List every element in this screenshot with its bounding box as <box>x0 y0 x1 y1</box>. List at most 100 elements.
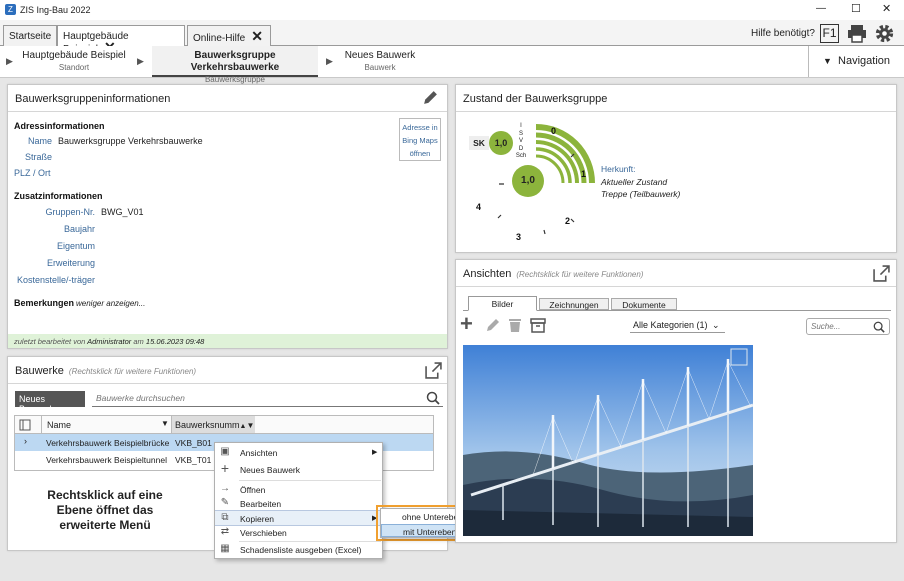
arrow-right-icon: → <box>220 483 230 494</box>
table-header: Name ▼ Bauwerksnumm▲▼ <box>15 416 433 434</box>
extra-header: Zusatzinformationen <box>14 191 103 201</box>
external-link-icon[interactable] <box>873 265 890 282</box>
panel-title: Zustand der Bauwerksgruppe <box>463 93 608 105</box>
navigation-button[interactable]: ▼ Navigation <box>808 46 904 77</box>
panel-header: Zustand der Bauwerksgruppe <box>456 85 896 112</box>
search-icon[interactable] <box>873 321 885 333</box>
group-nr-label: Gruppen-Nr. <box>45 207 95 217</box>
tab-startseite[interactable]: Startseite <box>3 25 57 46</box>
chevron-down-icon: ⌄ <box>712 320 720 330</box>
menu-item-schadensliste[interactable]: ▦ Schadensliste ausgeben (Excel) <box>215 542 382 558</box>
column-settings-icon[interactable] <box>19 419 31 431</box>
menu-item-kopieren[interactable]: ⧉ Kopieren ▶ <box>215 510 382 526</box>
menu-separator <box>239 480 381 481</box>
search-input[interactable] <box>807 319 869 334</box>
external-link-icon[interactable] <box>425 362 442 379</box>
plus-icon: + <box>220 460 230 476</box>
row-name: Verkehrsbauwerk Beispieltunnel <box>46 455 167 465</box>
breadcrumb-arrow-icon: ▶ <box>6 56 13 66</box>
minimize-button[interactable]: — <box>816 3 826 14</box>
axis-labels: I S V D Sch <box>515 123 527 160</box>
menu-item-ansichten[interactable]: ▣ Ansichten ▶ <box>215 445 382 461</box>
center-value-badge: 1,0 <box>512 165 544 197</box>
submenu-arrow-icon: ▶ <box>372 449 378 456</box>
f1-help-button[interactable]: F1 <box>820 24 839 43</box>
scale-1: 1 <box>581 169 587 179</box>
annotation-text: Rechtsklick auf eine Ebene öffnet das erwe… <box>47 488 163 532</box>
expand-icon[interactable]: › <box>24 436 27 446</box>
last-edited-footer: zuletzt bearbeitet von Administrator am … <box>8 334 447 348</box>
tab-zeichnungen[interactable]: Zeichnungen <box>539 298 609 310</box>
search-icon[interactable] <box>426 391 440 405</box>
search-input[interactable] <box>92 391 412 405</box>
views-panel: Ansichten (Rechtsklick für weitere Funkti… <box>455 259 897 543</box>
tab-bilder[interactable]: Bilder <box>468 296 537 311</box>
extension-label: Erweiterung <box>46 258 95 268</box>
breadcrumb-neues-bauwerk[interactable]: Neues Bauwerk Bauwerk <box>340 50 420 74</box>
breadcrumb-arrow-icon: ▶ <box>326 56 333 66</box>
row-name: Verkehrsbauwerk Beispielbrücke <box>46 438 170 448</box>
menu-item-verschieben[interactable]: ⇄ Verschieben <box>215 525 382 541</box>
views-tabbar: Bilder Zeichnungen Dokumente <box>463 296 891 311</box>
pencil-icon[interactable] <box>422 89 439 106</box>
panel-header: Bauwerksgruppeninformationen <box>8 85 447 112</box>
group-info-panel: Bauwerksgruppeninformationen Adressinfor… <box>7 84 448 349</box>
chevron-down-icon: ▼ <box>823 56 832 66</box>
app-title: ZIS Ing-Bau 2022 <box>20 5 91 15</box>
scale-0: 0 <box>551 126 557 136</box>
bauwerk-search <box>92 391 443 407</box>
tab-online-hilfe[interactable]: Online-Hilfe ✕ <box>187 25 271 46</box>
new-bauwerk-button[interactable]: Neues Bauwerk <box>15 391 85 414</box>
sk-label: SK <box>469 136 489 150</box>
address-header: Adressinformationen <box>14 121 105 131</box>
pencil-icon[interactable] <box>485 317 501 333</box>
context-menu: ▣ Ansichten ▶ + Neues Bauwerk → Öffnen ✎ Bear… <box>214 442 383 559</box>
panel-title: Bauwerke <box>15 365 64 377</box>
panel-header: Ansichten (Rechtsklick für weitere Funkti… <box>456 260 896 287</box>
close-window-button[interactable]: ✕ <box>882 2 891 15</box>
help-label: Hilfe benötigt? <box>751 28 815 39</box>
move-icon: ⇄ <box>220 526 230 537</box>
origin-info: Herkunft: Aktueller Zustand Treppe (Teil… <box>601 164 681 199</box>
maximize-button[interactable]: ☐ <box>851 2 861 15</box>
filter-icon[interactable]: ▼ <box>246 421 254 430</box>
table-icon: ▦ <box>220 543 230 554</box>
menu-item-neues-bauwerk[interactable]: + Neues Bauwerk <box>215 460 382 478</box>
condition-panel: Zustand der Bauwerksgruppe SK 1,0 1,0 IS… <box>455 84 897 253</box>
trash-icon[interactable] <box>508 317 522 333</box>
remarks-label: Bemerkungen <box>14 298 75 308</box>
column-header-number[interactable]: Bauwerksnumm▲▼ <box>171 416 255 433</box>
document-tabs: Startseite Hauptgebäude Beispiel✕ Online… <box>0 20 904 55</box>
year-label: Baujahr <box>63 224 95 234</box>
archive-icon[interactable] <box>530 317 546 333</box>
row-number: VKB_B01 <box>175 438 212 448</box>
panel-title: Ansichten <box>463 268 512 280</box>
breadcrumb-bauwerksgruppe[interactable]: Bauwerksgruppe Verkehrsbauwerke Bauwerksg… <box>152 46 318 84</box>
breadcrumb-standort[interactable]: Hauptgebäude Beispiel Standort <box>22 50 126 74</box>
bing-maps-link[interactable]: Adresse in Bing Maps öffnen <box>399 118 441 161</box>
add-icon[interactable]: + <box>460 313 473 335</box>
group-nr-value: BWG_V01 <box>101 207 144 217</box>
tab-hauptgebaeude[interactable]: Hauptgebäude Beispiel✕ <box>57 25 185 55</box>
panel-header: Bauwerke (Rechtsklick für weitere Funktio… <box>8 357 447 384</box>
owner-label: Eigentum <box>56 241 95 251</box>
column-header-name[interactable]: Name ▼ <box>41 416 171 433</box>
breadcrumb-arrow-icon: ▶ <box>137 56 144 66</box>
category-select[interactable]: Alle Kategorien (1) ⌄ <box>630 320 725 333</box>
street-label: Straße <box>24 152 52 162</box>
filter-icon[interactable]: ▼ <box>161 419 169 428</box>
pencil-icon: ✎ <box>220 497 230 508</box>
row-number: VKB_T01 <box>175 455 212 465</box>
bridge-photo[interactable] <box>463 345 753 536</box>
close-icon[interactable]: ✕ <box>251 28 263 44</box>
name-value: Bauwerksgruppe Verkehrsbauwerke <box>58 136 203 146</box>
tab-dokumente[interactable]: Dokumente <box>611 298 677 310</box>
scale-3: 3 <box>516 232 522 242</box>
cost-center-label: Kostenstelle/-träger <box>16 275 95 285</box>
breadcrumb: ▶ Hauptgebäude Beispiel Standort ▶ Bauwer… <box>0 46 904 84</box>
image-icon: ▣ <box>220 446 230 457</box>
views-search <box>806 318 890 335</box>
printer-icon[interactable] <box>847 24 867 43</box>
remarks-toggle[interactable]: weniger anzeigen... <box>76 299 145 308</box>
gear-icon[interactable] <box>874 23 895 44</box>
